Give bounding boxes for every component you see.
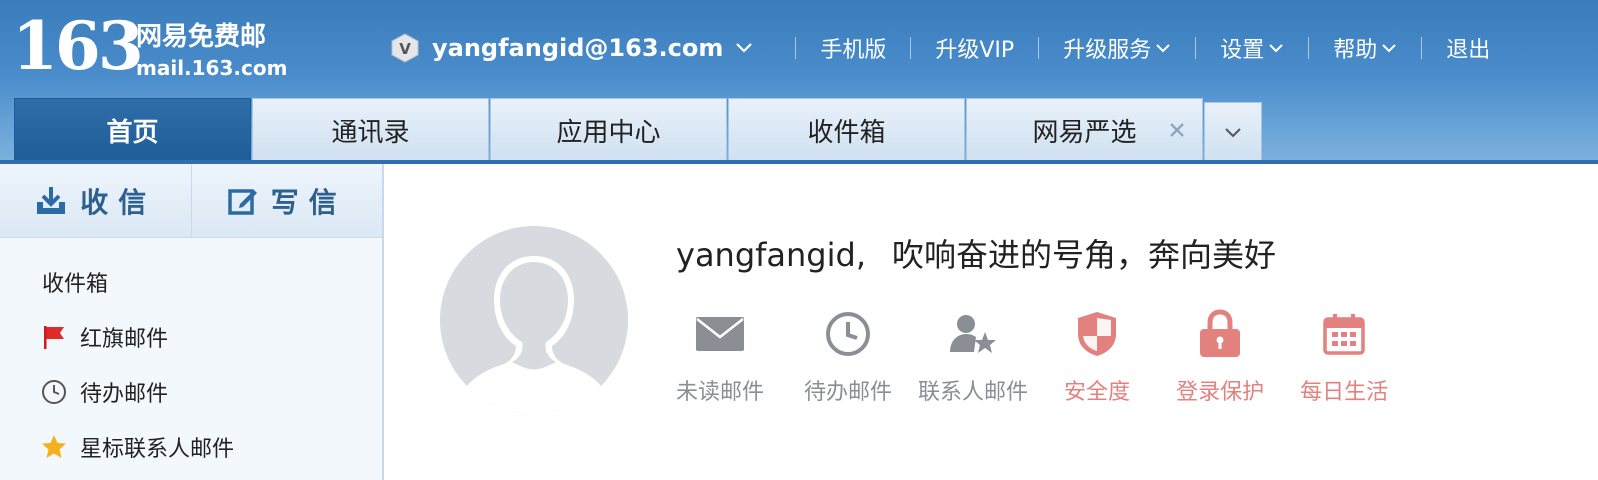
nav-mobile[interactable]: 手机版 [796, 32, 910, 64]
folder-todo[interactable]: 待办邮件 [0, 364, 382, 419]
folder-flagged[interactable]: 红旗邮件 [0, 309, 382, 364]
red-flag-icon [40, 323, 68, 351]
quick-unread-mail[interactable]: 未读邮件 [676, 306, 764, 406]
quick-contact-mail[interactable]: 联系人邮件 [918, 306, 1028, 406]
folder-starred-contacts-label: 星标联系人邮件 [80, 436, 235, 462]
folder-inbox[interactable]: 收件箱 [0, 254, 382, 309]
folder-list: 收件箱 红旗邮件 待办邮件 星标联系人邮件 [0, 238, 382, 474]
quick-daily-life-label: 每日生活 [1300, 380, 1389, 405]
quick-login-protection-label: 登录保护 [1176, 380, 1265, 405]
tab-bar: 首页 通讯录 应用中心 收件箱 网易严选 [14, 98, 1262, 162]
inbox-download-icon [37, 186, 66, 214]
compose-mail-label: 写信 [270, 185, 347, 219]
quick-todo-mail[interactable]: 待办邮件 [804, 306, 892, 406]
nav-settings[interactable]: 设置 [1196, 32, 1308, 64]
tab-contacts[interactable]: 通讯录 [252, 98, 489, 162]
nav-help-label: 帮助 [1333, 38, 1378, 63]
chevron-down-icon [1225, 127, 1241, 137]
user-silhouette-icon [440, 226, 628, 414]
nav-logout-label: 退出 [1446, 38, 1491, 63]
quick-contact-mail-label: 联系人邮件 [918, 380, 1029, 405]
greeting-username: yangfangid, [676, 236, 866, 274]
logo-number: 163 [12, 7, 144, 85]
nav-upgrade-vip[interactable]: 升级VIP [911, 32, 1038, 64]
chevron-down-icon [1156, 44, 1170, 53]
quick-login-protection[interactable]: 登录保护 [1176, 306, 1264, 406]
close-icon[interactable] [1166, 119, 1188, 141]
compose-bar: 收信 写信 [0, 164, 382, 238]
nav-upgrade-service[interactable]: 升级服务 [1039, 32, 1195, 64]
nav-mobile-label: 手机版 [820, 38, 887, 63]
folder-starred-contacts[interactable]: 星标联系人邮件 [0, 419, 382, 474]
tab-home-label: 首页 [106, 118, 159, 148]
account-email[interactable]: yangfangid@163.com [432, 34, 723, 62]
quick-security[interactable]: 安全度 [1064, 306, 1130, 406]
compose-mail-button[interactable]: 写信 [190, 164, 383, 237]
shield-icon [1067, 306, 1127, 362]
tab-yanxuan-label: 网易严选 [1032, 118, 1137, 148]
tab-app-center[interactable]: 应用中心 [490, 98, 727, 162]
quick-unread-mail-label: 未读邮件 [676, 380, 765, 405]
clock-icon [40, 378, 68, 406]
nav-settings-label: 设置 [1220, 38, 1265, 63]
header: 163 网易免费邮 mail.163.com V yangfangid@163.… [0, 0, 1598, 164]
folder-inbox-label: 收件箱 [42, 271, 109, 297]
more-tabs-button[interactable] [1204, 102, 1262, 162]
nav-help[interactable]: 帮助 [1309, 32, 1421, 64]
folder-flagged-label: 红旗邮件 [80, 326, 169, 352]
quick-todo-mail-label: 待办邮件 [804, 380, 893, 405]
nav-upgrade-service-label: 升级服务 [1063, 38, 1152, 63]
sidebar: 收信 写信 收件箱 红旗邮件 待办邮件 星标联系人邮件 [0, 164, 384, 480]
account-dropdown-chevron-down-icon[interactable] [735, 39, 753, 58]
star-icon [40, 433, 68, 461]
greeting: yangfangid, 吹响奋进的号角，奔向美好 [676, 230, 1276, 276]
vip-badge-icon[interactable]: V [390, 33, 420, 63]
tab-yanxuan[interactable]: 网易严选 [966, 98, 1203, 162]
tab-inbox[interactable]: 收件箱 [728, 98, 965, 162]
quick-links: 未读邮件 待办邮件 联系人邮件 安全度 登录保护 每日生活 [676, 306, 1424, 406]
svg-text:V: V [399, 40, 411, 58]
lock-icon [1190, 306, 1250, 362]
chevron-down-icon [1382, 44, 1396, 53]
calendar-icon [1314, 306, 1374, 362]
nav-logout[interactable]: 退出 [1422, 32, 1514, 64]
tab-inbox-label: 收件箱 [807, 118, 886, 148]
tab-app-center-label: 应用中心 [556, 118, 661, 148]
folder-todo-label: 待办邮件 [80, 381, 169, 407]
top-nav: V yangfangid@163.com 手机版 升级VIP 升级服务 设置 帮… [390, 28, 1514, 68]
quick-daily-life[interactable]: 每日生活 [1300, 306, 1388, 406]
avatar[interactable] [440, 226, 628, 414]
quick-security-label: 安全度 [1064, 380, 1131, 405]
chevron-down-icon [1269, 44, 1283, 53]
contact-star-icon [943, 306, 1003, 362]
envelope-icon [690, 306, 750, 362]
main-content: yangfangid, 吹响奋进的号角，奔向美好 未读邮件 待办邮件 联系人邮件… [386, 164, 1598, 480]
compose-edit-icon [227, 188, 257, 215]
receive-mail-label: 收信 [80, 185, 157, 219]
receive-mail-button[interactable]: 收信 [0, 164, 191, 237]
tab-home[interactable]: 首页 [14, 98, 251, 162]
tab-contacts-label: 通讯录 [331, 118, 410, 148]
nav-upgrade-vip-label: 升级VIP [935, 38, 1015, 63]
greeting-slogan: 吹响奋进的号角，奔向美好 [891, 236, 1276, 274]
logo-domain: mail.163.com [136, 56, 288, 80]
clock-icon [818, 306, 878, 362]
logo-brand: 网易免费邮 [136, 22, 267, 52]
